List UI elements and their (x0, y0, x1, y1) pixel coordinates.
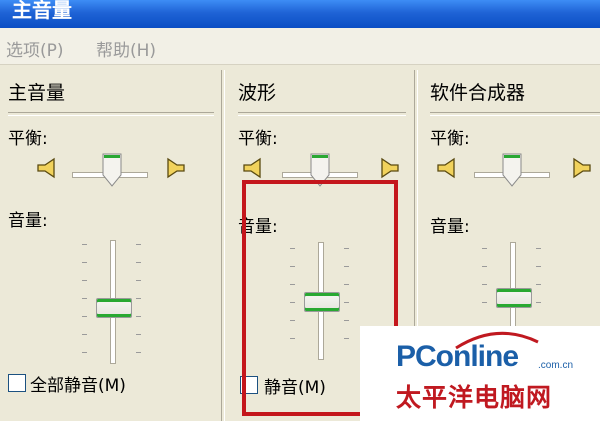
speaker-right-icon (167, 157, 185, 179)
divider (8, 112, 214, 116)
tick-mark (82, 280, 87, 281)
mute-all-checkbox[interactable] (8, 374, 26, 392)
window-title: 主音量 (12, 0, 72, 22)
tick-mark (136, 262, 141, 263)
balance-label: 平衡: (238, 129, 278, 149)
volume-slider-thumb[interactable] (96, 298, 132, 318)
tick-mark (136, 352, 141, 353)
speaker-right-icon (573, 157, 591, 179)
tick-mark (136, 298, 141, 299)
tick-mark (82, 352, 87, 353)
volume-label: 音量: (430, 217, 470, 237)
volume-label: 音量: (8, 211, 48, 231)
tick-mark (82, 334, 87, 335)
balance-slider-thumb[interactable] (502, 153, 522, 187)
menu-help[interactable]: 帮助(H) (96, 36, 156, 61)
tick-mark (536, 266, 541, 267)
tick-mark (136, 334, 141, 335)
watermark-subtitle: 太平洋电脑网 (396, 383, 553, 412)
speaker-left-icon (437, 157, 455, 179)
pane-master-volume: 主音量 平衡: 音量: 全部静音(M) (8, 64, 216, 421)
speaker-left-icon (37, 157, 55, 179)
balance-label: 平衡: (8, 129, 48, 149)
pane-separator (221, 70, 225, 421)
divider (430, 112, 600, 116)
menu-options[interactable]: 选项(P) (6, 36, 64, 61)
speaker-left-icon (243, 157, 261, 179)
tick-mark (82, 244, 87, 245)
title-bar: 主音量 (0, 0, 600, 28)
pane-title: 软件合成器 (430, 82, 526, 104)
tick-mark (482, 302, 487, 303)
pane-title: 波形 (238, 82, 277, 104)
tick-mark (482, 248, 487, 249)
tick-mark (536, 284, 541, 285)
tick-mark (136, 244, 141, 245)
tick-mark (136, 280, 141, 281)
tick-mark (82, 316, 87, 317)
balance-slider-thumb[interactable] (102, 153, 122, 187)
tick-mark (136, 316, 141, 317)
watermark-domain: .com.cn (538, 360, 574, 371)
tick-mark (82, 298, 87, 299)
tick-mark (536, 248, 541, 249)
watermark-brand: PConline (396, 340, 519, 373)
tick-mark (82, 262, 87, 263)
speaker-right-icon (381, 157, 399, 179)
tick-mark (482, 284, 487, 285)
volume-slider-thumb[interactable] (496, 288, 532, 308)
pane-title: 主音量 (8, 82, 66, 104)
menu-bar: 选项(P) 帮助(H) (0, 28, 600, 65)
tick-mark (482, 266, 487, 267)
balance-label: 平衡: (430, 129, 470, 149)
divider (238, 112, 406, 116)
watermark: PConline .com.cn 太平洋电脑网 (360, 326, 600, 421)
tick-mark (536, 302, 541, 303)
mute-all-label[interactable]: 全部静音(M) (30, 371, 126, 396)
